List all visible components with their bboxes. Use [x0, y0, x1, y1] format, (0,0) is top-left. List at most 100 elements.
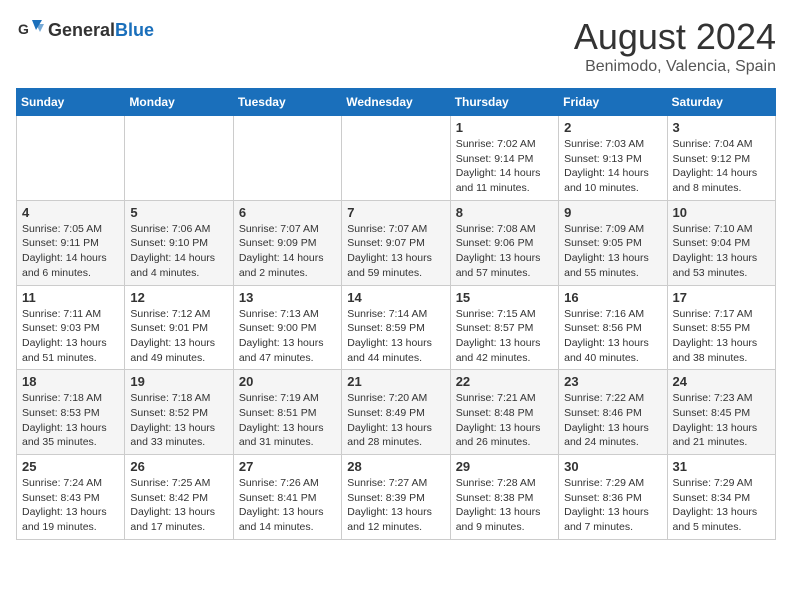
day-info: Sunrise: 7:08 AMSunset: 9:06 PMDaylight:… — [456, 222, 553, 281]
day-number: 12 — [130, 290, 227, 305]
calendar-cell: 15 Sunrise: 7:15 AMSunset: 8:57 PMDayligh… — [450, 285, 558, 370]
day-info: Sunrise: 7:19 AMSunset: 8:51 PMDaylight:… — [239, 391, 336, 450]
day-number: 31 — [673, 459, 770, 474]
calendar-subtitle: Benimodo, Valencia, Spain — [574, 58, 776, 76]
day-info: Sunrise: 7:04 AMSunset: 9:12 PMDaylight:… — [673, 137, 770, 196]
day-info: Sunrise: 7:17 AMSunset: 8:55 PMDaylight:… — [673, 307, 770, 366]
day-number: 24 — [673, 374, 770, 389]
day-number: 28 — [347, 459, 444, 474]
day-info: Sunrise: 7:14 AMSunset: 8:59 PMDaylight:… — [347, 307, 444, 366]
calendar-cell: 16 Sunrise: 7:16 AMSunset: 8:56 PMDayligh… — [559, 285, 667, 370]
day-number: 3 — [673, 120, 770, 135]
calendar-week-row: 11 Sunrise: 7:11 AMSunset: 9:03 PMDayligh… — [17, 285, 776, 370]
day-info: Sunrise: 7:07 AMSunset: 9:09 PMDaylight:… — [239, 222, 336, 281]
calendar-cell: 18 Sunrise: 7:18 AMSunset: 8:53 PMDayligh… — [17, 370, 125, 455]
day-info: Sunrise: 7:03 AMSunset: 9:13 PMDaylight:… — [564, 137, 661, 196]
calendar-cell: 6 Sunrise: 7:07 AMSunset: 9:09 PMDaylight… — [233, 200, 341, 285]
calendar-cell: 23Sunrise: 7:22 AMSunset: 8:46 PMDayligh… — [559, 370, 667, 455]
day-info: Sunrise: 7:18 AMSunset: 8:52 PMDaylight:… — [130, 391, 227, 450]
column-header-tuesday: Tuesday — [233, 89, 341, 116]
calendar-header-row: SundayMondayTuesdayWednesdayThursdayFrid… — [17, 89, 776, 116]
day-info: Sunrise: 7:20 AMSunset: 8:49 PMDaylight:… — [347, 391, 444, 450]
day-info: Sunrise: 7:12 AMSunset: 9:01 PMDaylight:… — [130, 307, 227, 366]
column-header-monday: Monday — [125, 89, 233, 116]
day-info: Sunrise: 7:29 AMSunset: 8:34 PMDaylight:… — [673, 476, 770, 535]
day-info: Sunrise: 7:16 AMSunset: 8:56 PMDaylight:… — [564, 307, 661, 366]
calendar-cell — [233, 116, 341, 201]
logo: G GeneralBlue — [16, 16, 154, 44]
calendar-cell — [17, 116, 125, 201]
day-number: 13 — [239, 290, 336, 305]
day-number: 21 — [347, 374, 444, 389]
calendar-cell: 7 Sunrise: 7:07 AMSunset: 9:07 PMDaylight… — [342, 200, 450, 285]
calendar-cell: 20 Sunrise: 7:19 AMSunset: 8:51 PMDayligh… — [233, 370, 341, 455]
column-header-thursday: Thursday — [450, 89, 558, 116]
day-number: 1 — [456, 120, 553, 135]
day-info: Sunrise: 7:28 AMSunset: 8:38 PMDaylight:… — [456, 476, 553, 535]
day-number: 20 — [239, 374, 336, 389]
calendar-cell: 22Sunrise: 7:21 AMSunset: 8:48 PMDayligh… — [450, 370, 558, 455]
day-number: 2 — [564, 120, 661, 135]
column-header-saturday: Saturday — [667, 89, 775, 116]
logo-text: GeneralBlue — [48, 20, 154, 41]
calendar-cell: 27 Sunrise: 7:26 AMSunset: 8:41 PMDayligh… — [233, 455, 341, 540]
calendar-body: 1 Sunrise: 7:02 AMSunset: 9:14 PMDaylight… — [17, 116, 776, 540]
calendar-cell: 29 Sunrise: 7:28 AMSunset: 8:38 PMDayligh… — [450, 455, 558, 540]
logo-icon: G — [16, 16, 44, 44]
calendar-cell: 28 Sunrise: 7:27 AMSunset: 8:39 PMDayligh… — [342, 455, 450, 540]
day-number: 7 — [347, 205, 444, 220]
day-info: Sunrise: 7:10 AMSunset: 9:04 PMDaylight:… — [673, 222, 770, 281]
day-info: Sunrise: 7:24 AMSunset: 8:43 PMDaylight:… — [22, 476, 119, 535]
calendar-table: SundayMondayTuesdayWednesdayThursdayFrid… — [16, 88, 776, 540]
calendar-cell: 26Sunrise: 7:25 AMSunset: 8:42 PMDayligh… — [125, 455, 233, 540]
title-block: August 2024 Benimodo, Valencia, Spain — [574, 16, 776, 76]
day-number: 19 — [130, 374, 227, 389]
day-number: 6 — [239, 205, 336, 220]
day-number: 25 — [22, 459, 119, 474]
calendar-cell — [342, 116, 450, 201]
calendar-cell: 24 Sunrise: 7:23 AMSunset: 8:45 PMDayligh… — [667, 370, 775, 455]
day-info: Sunrise: 7:13 AMSunset: 9:00 PMDaylight:… — [239, 307, 336, 366]
calendar-cell: 9Sunrise: 7:09 AMSunset: 9:05 PMDaylight… — [559, 200, 667, 285]
calendar-cell: 12 Sunrise: 7:12 AMSunset: 9:01 PMDayligh… — [125, 285, 233, 370]
day-info: Sunrise: 7:18 AMSunset: 8:53 PMDaylight:… — [22, 391, 119, 450]
day-info: Sunrise: 7:21 AMSunset: 8:48 PMDaylight:… — [456, 391, 553, 450]
calendar-cell: 31 Sunrise: 7:29 AMSunset: 8:34 PMDayligh… — [667, 455, 775, 540]
calendar-cell: 8 Sunrise: 7:08 AMSunset: 9:06 PMDaylight… — [450, 200, 558, 285]
day-info: Sunrise: 7:07 AMSunset: 9:07 PMDaylight:… — [347, 222, 444, 281]
day-number: 29 — [456, 459, 553, 474]
svg-text:G: G — [18, 21, 29, 37]
calendar-week-row: 1 Sunrise: 7:02 AMSunset: 9:14 PMDaylight… — [17, 116, 776, 201]
day-info: Sunrise: 7:05 AMSunset: 9:11 PMDaylight:… — [22, 222, 119, 281]
column-header-sunday: Sunday — [17, 89, 125, 116]
calendar-cell: 14Sunrise: 7:14 AMSunset: 8:59 PMDayligh… — [342, 285, 450, 370]
calendar-week-row: 25 Sunrise: 7:24 AMSunset: 8:43 PMDayligh… — [17, 455, 776, 540]
calendar-cell: 30Sunrise: 7:29 AMSunset: 8:36 PMDayligh… — [559, 455, 667, 540]
day-info: Sunrise: 7:23 AMSunset: 8:45 PMDaylight:… — [673, 391, 770, 450]
day-number: 17 — [673, 290, 770, 305]
day-info: Sunrise: 7:02 AMSunset: 9:14 PMDaylight:… — [456, 137, 553, 196]
calendar-cell: 25 Sunrise: 7:24 AMSunset: 8:43 PMDayligh… — [17, 455, 125, 540]
day-info: Sunrise: 7:22 AMSunset: 8:46 PMDaylight:… — [564, 391, 661, 450]
calendar-cell: 4 Sunrise: 7:05 AMSunset: 9:11 PMDaylight… — [17, 200, 125, 285]
day-number: 8 — [456, 205, 553, 220]
calendar-cell: 11 Sunrise: 7:11 AMSunset: 9:03 PMDayligh… — [17, 285, 125, 370]
day-info: Sunrise: 7:15 AMSunset: 8:57 PMDaylight:… — [456, 307, 553, 366]
calendar-title: August 2024 — [574, 16, 776, 58]
calendar-cell: 1 Sunrise: 7:02 AMSunset: 9:14 PMDaylight… — [450, 116, 558, 201]
day-number: 18 — [22, 374, 119, 389]
day-info: Sunrise: 7:26 AMSunset: 8:41 PMDaylight:… — [239, 476, 336, 535]
day-number: 26 — [130, 459, 227, 474]
calendar-cell: 5Sunrise: 7:06 AMSunset: 9:10 PMDaylight… — [125, 200, 233, 285]
day-info: Sunrise: 7:11 AMSunset: 9:03 PMDaylight:… — [22, 307, 119, 366]
day-number: 10 — [673, 205, 770, 220]
day-info: Sunrise: 7:27 AMSunset: 8:39 PMDaylight:… — [347, 476, 444, 535]
day-number: 27 — [239, 459, 336, 474]
calendar-cell: 10 Sunrise: 7:10 AMSunset: 9:04 PMDayligh… — [667, 200, 775, 285]
day-number: 5 — [130, 205, 227, 220]
day-number: 15 — [456, 290, 553, 305]
day-number: 4 — [22, 205, 119, 220]
day-number: 16 — [564, 290, 661, 305]
day-number: 9 — [564, 205, 661, 220]
day-number: 11 — [22, 290, 119, 305]
